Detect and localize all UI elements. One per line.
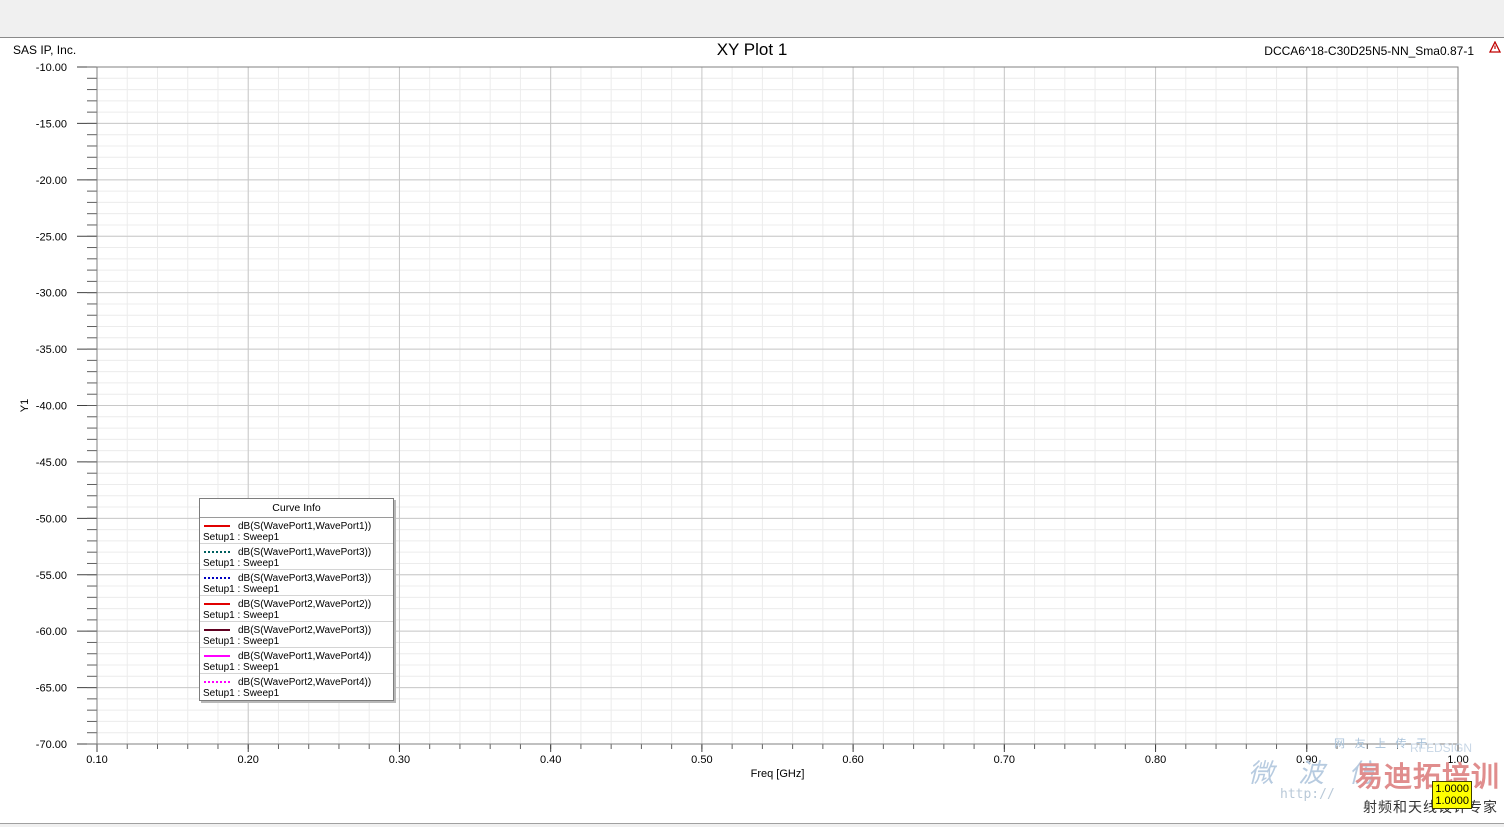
x-tick-label: 0.30 [389, 754, 410, 766]
y-tick-label: -30.00 [36, 288, 67, 300]
legend-entry-line: dB(S(WavePort2,WavePort2)) [203, 598, 390, 610]
y-tick-label: -35.00 [36, 344, 67, 356]
legend-entry-setup: Setup1 : Sweep1 [203, 610, 280, 621]
y-tick-label: -45.00 [36, 457, 67, 469]
legend-entry[interactable]: dB(S(WavePort2,WavePort2)) Setup1 : Sweep… [200, 596, 393, 622]
plot-area[interactable]: -10.00 -15.00 -20.00 -25.00 -30.00 -35.00 -40.… [0, 38, 1504, 825]
x-tick-label: 0.70 [994, 754, 1015, 766]
legend-entry-line: dB(S(WavePort3,WavePort3)) [203, 572, 390, 584]
legend-entry-setup: Setup1 : Sweep1 [203, 636, 280, 647]
warning-triangle-icon[interactable] [1489, 41, 1501, 53]
plot-window[interactable]: -10.00 -15.00 -20.00 -25.00 -30.00 -35.00 -40.… [0, 37, 1504, 824]
legend-swatch [204, 603, 230, 605]
legend-entry-line: dB(S(WavePort1,WavePort4)) [203, 650, 390, 662]
legend-entry[interactable]: dB(S(WavePort3,WavePort3)) Setup1 : Sweep… [200, 570, 393, 596]
x-tick-label: 0.90 [1296, 754, 1317, 766]
legend-entry-line: dB(S(WavePort2,WavePort3)) [203, 624, 390, 636]
y-tick-label: -50.00 [36, 513, 67, 525]
legend-entry-line: dB(S(WavePort1,WavePort1)) [203, 520, 390, 532]
x-tick-label: 0.50 [691, 754, 712, 766]
y-tick-label: -25.00 [36, 231, 67, 243]
legend-entry-name: dB(S(WavePort1,WavePort1)) [238, 520, 372, 532]
y-tick-label: -15.00 [36, 118, 67, 130]
legend-entry-setup: Setup1 : Sweep1 [203, 688, 280, 699]
legend-swatch [204, 525, 230, 527]
x-tick-label: 0.80 [1145, 754, 1166, 766]
legend-swatch [204, 629, 230, 631]
legend-entry[interactable]: dB(S(WavePort2,WavePort4)) Setup1 : Sweep… [200, 674, 393, 700]
y-tick-label: -20.00 [36, 175, 67, 187]
x-tick-label: 0.20 [238, 754, 259, 766]
x-tick-label: 0.60 [842, 754, 863, 766]
legend-entry[interactable]: dB(S(WavePort1,WavePort3)) Setup1 : Sweep… [200, 544, 393, 570]
legend-swatch [204, 551, 230, 553]
y-tick-label: -65.00 [36, 683, 67, 695]
y-tick-labels: -10.00 -15.00 -20.00 -25.00 -30.00 -35.00 -40.… [36, 62, 67, 751]
x-axis-label: Freq [GHz] [751, 768, 805, 780]
legend-entry-line: dB(S(WavePort1,WavePort3)) [203, 546, 390, 558]
legend-entry-name: dB(S(WavePort2,WavePort2)) [238, 598, 372, 610]
x-tick-label: 1.00 [1447, 754, 1468, 766]
legend-entry-name: dB(S(WavePort2,WavePort3)) [238, 624, 372, 636]
y-tick-label: -60.00 [36, 626, 67, 638]
legend-entry-name: dB(S(WavePort2,WavePort4)) [238, 676, 372, 688]
legend-entry-setup: Setup1 : Sweep1 [203, 662, 280, 673]
y-tick-label: -55.00 [36, 570, 67, 582]
legend-swatch [204, 577, 230, 579]
legend-entry[interactable]: dB(S(WavePort1,WavePort4)) Setup1 : Sweep… [200, 648, 393, 674]
y-tick-label: -10.00 [36, 62, 67, 74]
y-tick-label: -40.00 [36, 401, 67, 413]
legend-entries: dB(S(WavePort1,WavePort1)) Setup1 : Sweep… [200, 518, 393, 700]
legend-title: Curve Info [200, 499, 393, 518]
y-axis-label: Y1 [19, 399, 31, 412]
curve-info-legend[interactable]: Curve Info dB(S(WavePort1,WavePort1)) Set… [199, 498, 394, 701]
legend-swatch [204, 681, 230, 683]
design-name: DCCA6^18-C30D25N5-NN_Sma0.87-1 [1264, 44, 1474, 58]
x-tick-label: 0.40 [540, 754, 561, 766]
legend-entry-setup: Setup1 : Sweep1 [203, 532, 280, 543]
legend-swatch [204, 655, 230, 657]
x-tick-labels: 0.10 0.20 0.30 0.40 0.50 0.60 0.70 0.80 0.90 1.00 [86, 754, 1468, 766]
legend-entry[interactable]: dB(S(WavePort2,WavePort3)) Setup1 : Sweep… [200, 622, 393, 648]
legend-entry[interactable]: dB(S(WavePort1,WavePort1)) Setup1 : Sweep… [200, 518, 393, 544]
legend-entry-name: dB(S(WavePort1,WavePort4)) [238, 650, 372, 662]
legend-entry-name: dB(S(WavePort3,WavePort3)) [238, 572, 372, 584]
x-tick-label: 0.10 [86, 754, 107, 766]
legend-entry-setup: Setup1 : Sweep1 [203, 558, 280, 569]
y-tick-label: -70.00 [36, 739, 67, 751]
legend-entry-setup: Setup1 : Sweep1 [203, 584, 280, 595]
legend-entry-line: dB(S(WavePort2,WavePort4)) [203, 676, 390, 688]
legend-entry-name: dB(S(WavePort1,WavePort3)) [238, 546, 372, 558]
